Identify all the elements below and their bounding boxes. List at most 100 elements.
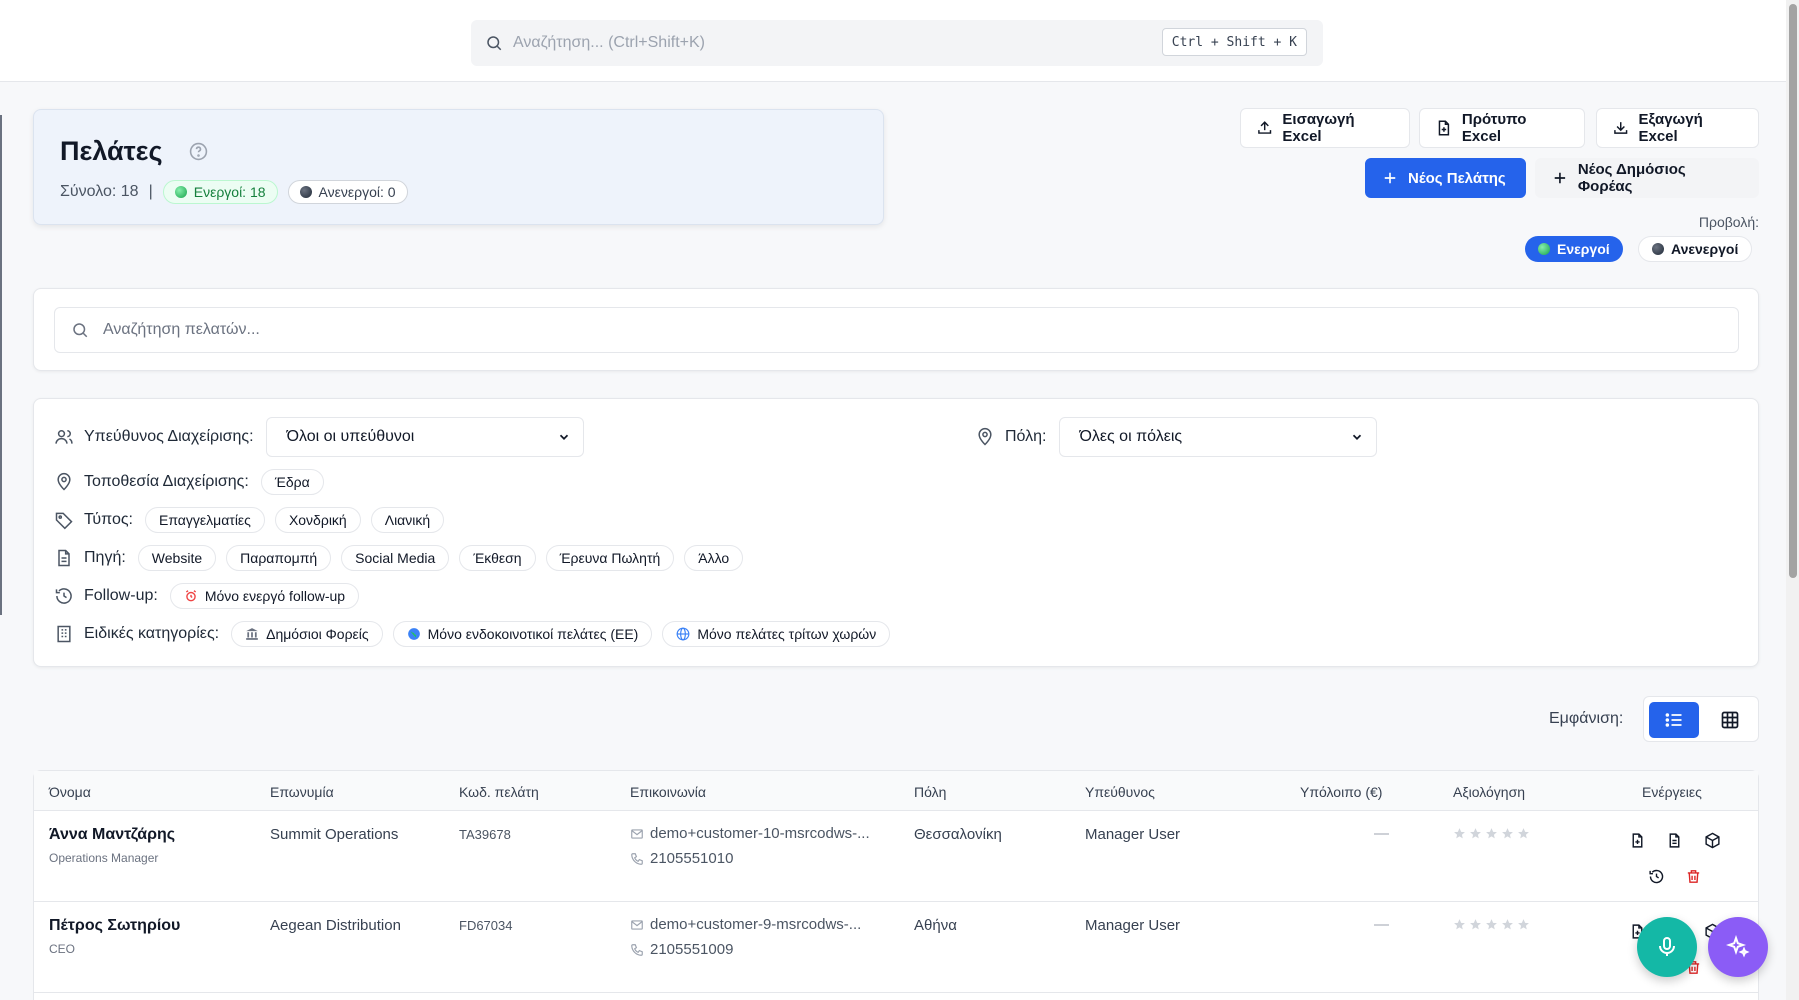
location-filter-text: Τοποθεσία Διαχείρισης: [84,473,249,490]
city-select[interactable]: Όλες οι πόλεις [1058,417,1377,457]
type-chip-wholesale[interactable]: Χονδρική [274,507,361,533]
help-icon[interactable] [189,142,208,161]
customer-phone[interactable]: 2105551010 [630,850,733,867]
source-chip-website[interactable]: Website [137,545,217,571]
ai-assistant-button[interactable] [1708,917,1768,977]
followup-chip-active[interactable]: Μόνο ενεργό follow-up [169,583,360,609]
source-chip-referral[interactable]: Παραπομπή [226,545,332,571]
stats-separator: | [148,183,153,200]
source-chip-other[interactable]: Άλλο [684,545,744,571]
manager-select[interactable]: Όλοι οι υπεύθυνοι [265,417,584,457]
file-plus-icon [1438,120,1450,136]
col-balance[interactable]: Υπόλοιπο (€) [1300,784,1382,800]
customer-name[interactable]: Πέτρος Σωτηρίου [49,917,180,935]
col-manager[interactable]: Υπεύθυνος [1085,784,1155,800]
rating-stars[interactable] [1453,827,1530,840]
history-action[interactable] [1646,866,1666,886]
new-invoice-action[interactable] [1627,830,1647,850]
template-excel-button[interactable]: Πρότυπο Excel [1419,108,1585,148]
col-city[interactable]: Πόλη [914,784,946,800]
table-row[interactable]: Άννα Μαντζάρης Operations Manager Summit… [34,811,1758,902]
customer-phone-text: 2105551009 [650,941,734,958]
delete-action[interactable] [1683,866,1703,886]
followup-filter-row: Follow-up: Μόνο ενεργό follow-up [54,583,360,609]
table-row[interactable]: Πέτρος Σωτηρίου CEO Aegean Distribution … [34,902,1758,993]
global-search-input[interactable]: Αναζήτηση... (Ctrl+Shift+K) Ctrl + Shift… [471,20,1323,66]
followup-chip-label: Μόνο ενεργό follow-up [204,588,346,604]
customer-email[interactable]: demo+customer-9-msrcodws-... [630,916,861,933]
inactive-count-badge: Ανενεργοί: 0 [287,180,408,204]
type-filter-row: Τύπος: Επαγγελματίες Χονδρική Λιανική [54,507,445,533]
star-icon [1470,828,1481,839]
type-filter-label: Τύπος: [54,510,133,530]
tag-icon [55,512,73,530]
dark-dot-icon [1652,243,1664,255]
special-chip-eu-label: Μόνο ενδοκοινοτικοί πελάτες (ΕΕ) [427,626,639,642]
type-chip-retail[interactable]: Λιανική [370,507,445,533]
customer-role: Operations Manager [49,851,159,865]
source-chip-sales-research[interactable]: Έρευνα Πωλητή [545,545,675,571]
col-company[interactable]: Επωνυμία [270,784,334,800]
special-chip-third-country[interactable]: Μόνο πελάτες τρίτων χωρών [662,621,891,647]
total-count: Σύνολο: 18 [60,183,139,200]
customer-search-input[interactable]: Αναζήτηση πελατών... [54,307,1739,353]
view-mode-switch [1643,696,1759,742]
voice-assistant-button[interactable] [1637,917,1697,977]
globe-icon [407,628,420,640]
bank-icon [246,628,258,640]
view-active-toggle[interactable]: Ενεργοί [1525,236,1623,262]
mail-icon [631,828,643,839]
new-customer-button[interactable]: Νέος Πελάτης [1365,158,1526,198]
new-public-body-button[interactable]: Νέος Δημόσιος Φορέας [1535,158,1759,198]
alarm-clock-icon [185,590,196,602]
grid-view-button[interactable] [1705,702,1755,738]
city-filter-label: Πόλη: [975,427,1047,447]
map-pin-icon [978,427,992,446]
green-dot-icon [1538,243,1550,255]
special-chip-public-bodies[interactable]: Δημόσιοι Φορείς [231,621,383,647]
customer-phone[interactable]: 2105551009 [630,941,733,958]
customer-name[interactable]: Άννα Μαντζάρης [49,826,175,844]
star-icon [1502,919,1513,930]
import-excel-button[interactable]: Εισαγωγή Excel [1240,108,1410,148]
col-rating[interactable]: Αξιολόγηση [1453,784,1525,800]
customers-table: Όνομα Επωνυμία Κωδ. πελάτη Επικοινωνία Π… [33,770,1759,1000]
customer-search-placeholder: Αναζήτηση πελατών... [103,321,260,338]
star-icon [1470,919,1481,930]
location-chip-hq[interactable]: Έδρα [260,469,324,495]
manager-filter-label: Υπεύθυνος Διαχείρισης: [54,427,254,447]
followup-filter-label: Follow-up: [54,586,158,606]
customer-email[interactable]: demo+customer-10-msrcodws-... [630,825,870,842]
scrollbar-thumb[interactable] [1789,4,1797,578]
export-excel-button[interactable]: Εξαγωγή Excel [1596,108,1759,148]
col-code[interactable]: Κωδ. πελάτη [459,784,539,800]
rating-stars[interactable] [1453,918,1530,931]
source-filter-text: Πηγή: [84,549,126,566]
special-filter-row: Ειδικές κατηγορίες: Δημόσιοι Φορείς Μόνο… [54,621,891,647]
view-inactive-label: Ανενεργοί [1671,241,1739,257]
document-action[interactable] [1664,830,1684,850]
source-chip-social-media[interactable]: Social Media [341,545,450,571]
list-view-button[interactable] [1649,702,1699,738]
display-label: Εμφάνιση: [1549,710,1624,727]
customer-city: Θεσσαλονίκη [914,826,1002,843]
import-excel-label: Εισαγωγή Excel [1282,111,1355,145]
history-icon [55,588,72,604]
special-chip-eu-customers[interactable]: Μόνο ενδοκοινοτικοί πελάτες (ΕΕ) [392,621,653,647]
mail-icon [631,919,643,930]
view-inactive-toggle[interactable]: Ανενεργοί [1638,236,1753,262]
customer-email-text: demo+customer-10-msrcodws-... [650,825,870,842]
trash-icon [1687,869,1699,883]
package-action[interactable] [1702,830,1722,850]
customer-email-text: demo+customer-9-msrcodws-... [650,916,862,933]
special-chip-third-country-label: Μόνο πελάτες τρίτων χωρών [697,626,877,642]
customer-manager: Manager User [1085,826,1181,843]
view-active-label: Ενεργοί [1557,241,1610,257]
source-chip-exhibition[interactable]: Έκθεση [459,545,536,571]
global-search-placeholder: Αναζήτηση... (Ctrl+Shift+K) [513,34,705,51]
chevron-down-icon [1352,434,1361,440]
col-name[interactable]: Όνομα [49,784,91,800]
star-icon [1454,828,1465,839]
type-chip-professionals[interactable]: Επαγγελματίες [145,507,265,533]
location-filter-row: Τοποθεσία Διαχείρισης: Έδρα [54,469,324,495]
